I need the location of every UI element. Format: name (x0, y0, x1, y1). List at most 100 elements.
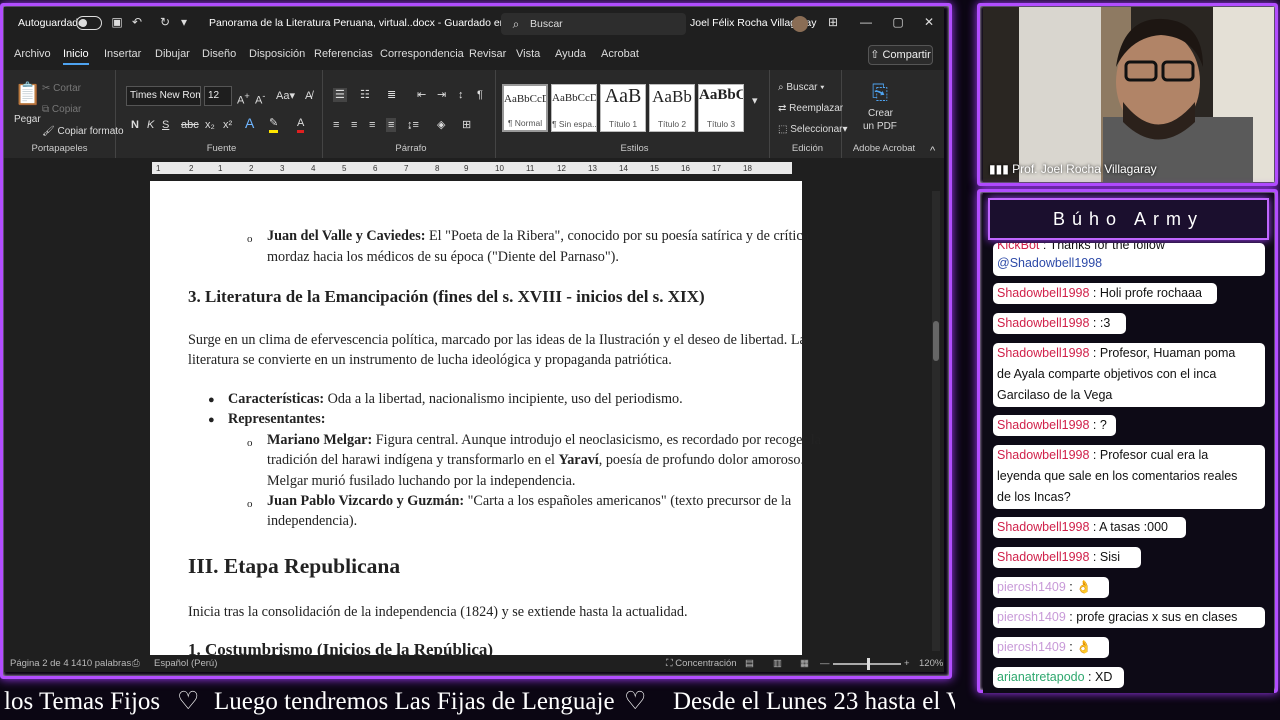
multilevel-list-icon[interactable]: ≣ (387, 88, 396, 102)
style-heading-1[interactable]: AaB Título 1 (600, 84, 646, 132)
proofing-icon[interactable]: ⎙ (132, 658, 140, 669)
minimize-icon[interactable]: — (859, 15, 873, 29)
paste-icon[interactable]: 📋 (14, 82, 41, 106)
find-button[interactable]: ⌕ Buscar ▾ (778, 82, 825, 93)
superscript-icon[interactable]: x² (223, 118, 232, 132)
align-center-icon[interactable]: ≡ (351, 118, 357, 132)
tab-vista[interactable]: Vista (516, 48, 540, 60)
bold-icon[interactable]: N (131, 118, 139, 132)
strikethrough-icon[interactable]: abc (181, 118, 199, 132)
editing-group: ⌕ Buscar ▾ ⇄ Reemplazar ⬚ Seleccionar▾ E… (774, 70, 848, 158)
subscript-icon[interactable]: x₂ (205, 118, 215, 132)
format-painter-button[interactable]: 🖌 Copiar formato (42, 126, 124, 137)
tab-dibujar[interactable]: Dibujar (155, 48, 190, 60)
avatar[interactable] (792, 16, 808, 32)
text-effects-icon[interactable]: A (245, 116, 254, 130)
zoom-slider[interactable] (833, 658, 901, 670)
customize-toolbar-icon[interactable]: ▾ (177, 15, 191, 29)
share-button[interactable]: ⇧ Compartir (868, 45, 933, 65)
word-count[interactable]: 1410 palabras (71, 658, 131, 669)
align-right-icon[interactable]: ≡ (369, 118, 375, 132)
font-name-input[interactable]: Times New Roma (126, 86, 201, 106)
italic-icon[interactable]: K (147, 118, 154, 132)
underline-icon[interactable]: S (162, 118, 169, 132)
tab-archivo[interactable]: Archivo (14, 48, 51, 60)
font-size-input[interactable]: 12 (204, 86, 232, 106)
page-count[interactable]: Página 2 de 4 (10, 658, 69, 669)
select-button[interactable]: ⬚ Seleccionar▾ (778, 124, 848, 135)
pdf-icon[interactable]: ⎘ (872, 82, 888, 104)
read-mode-icon[interactable]: ▤ (745, 658, 754, 669)
decrease-indent-icon[interactable]: ⇤ (417, 88, 426, 102)
style-heading-2[interactable]: AaBb Título 2 (649, 84, 695, 132)
web-layout-icon[interactable]: ▦ (800, 658, 809, 669)
title-bar: Autoguardado ▣ ↶ ↻ ▾ Panorama de la Lite… (4, 7, 944, 39)
tab-referencias[interactable]: Referencias (314, 48, 373, 60)
replace-button[interactable]: ⇄ Reemplazar (778, 103, 843, 114)
collapse-ribbon-icon[interactable]: ^ (930, 144, 935, 158)
save-icon[interactable]: ▣ (110, 15, 124, 29)
zoom-out-icon[interactable]: — (820, 658, 830, 669)
zoom-level[interactable]: 120% (919, 658, 943, 669)
redo-icon[interactable]: ↻ (158, 15, 172, 29)
ribbon-display-icon[interactable]: ⊞ (826, 15, 840, 29)
maximize-icon[interactable]: ▢ (891, 15, 905, 29)
pilcrow-icon[interactable]: ¶ (477, 88, 483, 102)
sort-icon[interactable]: ↕ (458, 88, 464, 102)
justify-icon[interactable]: ≡ (386, 118, 397, 132)
bullets-icon[interactable]: ☰ (333, 88, 347, 102)
increase-indent-icon[interactable]: ⇥ (437, 88, 446, 102)
scroll-thumb[interactable] (933, 321, 939, 361)
focus-button[interactable]: ⛶ Concentración (666, 658, 737, 669)
zoom-in-icon[interactable]: + (904, 658, 910, 669)
language-status[interactable]: Español (Perú) (154, 658, 217, 669)
tab-insertar[interactable]: Insertar (104, 48, 141, 60)
signal-icon: ▮▮▮ (989, 162, 1013, 176)
style-no-spacing[interactable]: AaBbCcDc ¶ Sin espa... (551, 84, 597, 132)
bullet-dot: ● (208, 394, 215, 406)
tab-diseno[interactable]: Diseño (202, 48, 236, 60)
shrink-font-icon[interactable]: A- (255, 89, 265, 108)
style-name: ¶ Sin espa... (552, 119, 597, 129)
create-pdf-line2[interactable]: un PDF (863, 121, 897, 132)
style-heading-3[interactable]: AaBbC Título 3 (698, 84, 744, 132)
copy-button[interactable]: ⧉ Copiar (42, 104, 81, 115)
change-case-icon[interactable]: Aa▾ (276, 89, 295, 103)
chat-username: Shadowbell1998 (997, 346, 1090, 360)
document-page[interactable]: o Juan del Valle y Caviedes: El "Poeta d… (150, 181, 821, 661)
style-normal[interactable]: AaBbCcDc ¶ Normal (502, 84, 548, 132)
borders-icon[interactable]: ⊞ (462, 118, 471, 132)
close-icon[interactable]: ✕ (922, 15, 936, 29)
autosave-toggle[interactable] (76, 16, 102, 30)
tab-ayuda[interactable]: Ayuda (555, 48, 586, 60)
search-box[interactable]: ⌕ Buscar (501, 13, 686, 35)
print-layout-icon[interactable]: ▥ (773, 658, 782, 669)
line-spacing-icon[interactable]: ↨≡ (407, 118, 419, 132)
scissors-icon: ✂ (42, 83, 54, 94)
grow-font-icon[interactable]: A+ (237, 89, 250, 108)
webcam-label: ▮▮▮ Prof. Joel Rocha Villagaray (989, 162, 1157, 176)
paste-label[interactable]: Pegar (14, 114, 41, 125)
numbering-icon[interactable]: ☷ (360, 88, 370, 102)
paragraph-group-label: Párrafo (395, 143, 427, 154)
undo-icon[interactable]: ↶ (130, 15, 144, 29)
tab-revisar[interactable]: Revisar (469, 48, 506, 60)
styles-more-icon[interactable]: ▾ (752, 94, 758, 108)
tab-correspondencia[interactable]: Correspondencia (380, 48, 464, 60)
create-pdf-line1[interactable]: Crear (868, 108, 893, 119)
chat-text: : ? (1089, 418, 1107, 432)
cut-button[interactable]: ✂ Cortar (42, 83, 81, 94)
chat-username: Shadowbell1998 (997, 520, 1090, 534)
clear-format-icon[interactable]: A̸ (305, 89, 312, 103)
align-left-icon[interactable]: ≡ (333, 118, 339, 132)
vertical-scrollbar[interactable] (932, 191, 940, 651)
tab-inicio[interactable]: Inicio (63, 48, 89, 65)
tab-disposicion[interactable]: Disposición (249, 48, 305, 60)
acrobat-group-label: Adobe Acrobat (852, 143, 916, 154)
document-canvas: o Juan del Valle y Caviedes: El "Poeta d… (4, 177, 944, 661)
highlight-icon[interactable]: ✎ (269, 116, 279, 133)
shading-icon[interactable]: ◈ (437, 118, 445, 132)
font-color-icon[interactable]: A (297, 116, 305, 133)
chat-message: KickBot : Thanks for the follow @Shadowb… (993, 243, 1265, 276)
tab-acrobat[interactable]: Acrobat (601, 48, 639, 60)
